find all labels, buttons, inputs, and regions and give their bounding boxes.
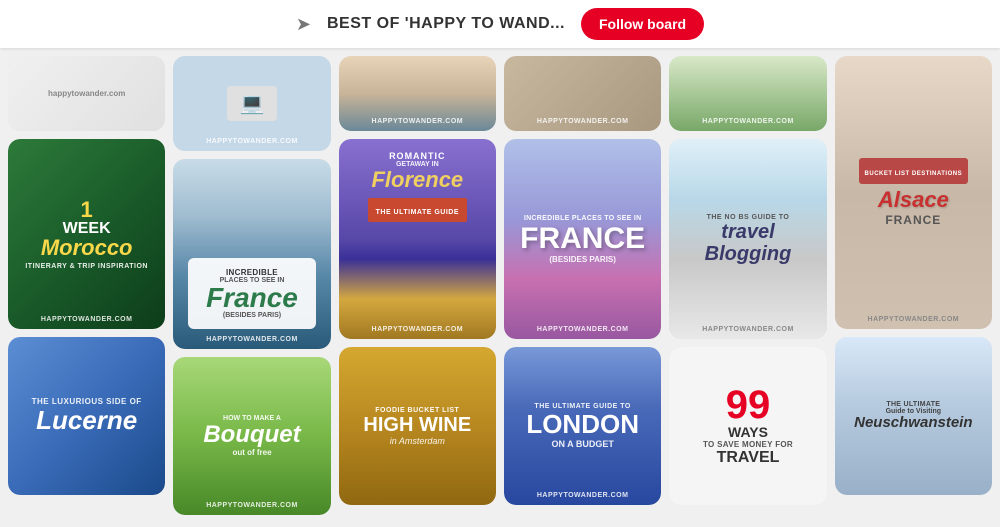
list-item[interactable]: THE ULTIMATE Guide to Visiting Neuschwan… [835,337,992,495]
top-bar: ➤ BEST OF 'HAPPY TO WAND... Follow board [0,0,1000,48]
pin-column-2: 💻 HAPPYTOWANDER.COM INCREDIBLE PLACES TO… [173,56,330,519]
list-item[interactable]: happytowander.com [8,56,165,131]
list-item[interactable]: BUCKET LIST DESTINATIONS Alsace FRANCE H… [835,56,992,329]
list-item[interactable]: THE LUXURIOUS SIDE OF Lucerne [8,337,165,495]
site-label: HAPPYTOWANDER.COM [504,118,661,125]
list-item[interactable]: INCREDIBLE PLACES TO SEE IN France (BESI… [173,159,330,349]
send-icon[interactable]: ➤ [296,14,311,35]
list-item[interactable]: INCREDIBLE PLACES TO SEE IN FRANCE (BESI… [504,139,661,339]
site-label: HAPPYTOWANDER.COM [339,326,496,333]
site-label: HAPPYTOWANDER.COM [669,326,826,333]
list-item[interactable]: 1 WEEK Morocco ITINERARY & TRIP INSPIRAT… [8,139,165,329]
pin-column-6: BUCKET LIST DESTINATIONS Alsace FRANCE H… [835,56,992,519]
site-label: HAPPYTOWANDER.COM [504,326,661,333]
board-title: BEST OF 'HAPPY TO WAND... [327,15,565,33]
list-item[interactable]: 99 WAYS TO SAVE MONEY FOR TRAVEL [669,347,826,505]
list-item[interactable]: HOW TO MAKE A Bouquet out of free HAPPYT… [173,357,330,515]
site-label: HAPPYTOWANDER.COM [8,316,165,323]
list-item[interactable]: 💻 HAPPYTOWANDER.COM [173,56,330,151]
list-item[interactable]: ROMANTIC GETAWAY IN Florence THE ULTIMAT… [339,139,496,339]
list-item[interactable]: THE ULTIMATE GUIDE TO LONDON ON A BUDGET… [504,347,661,505]
site-label: HAPPYTOWANDER.COM [339,118,496,125]
site-label: HAPPYTOWANDER.COM [504,492,661,499]
list-item[interactable]: FOODIE BUCKET LIST HIGH WINE in Amsterda… [339,347,496,505]
site-label: HAPPYTOWANDER.COM [173,336,330,343]
site-label: HAPPYTOWANDER.COM [173,138,330,145]
list-item[interactable]: THE NO BS GUIDE TO travelBlogging HAPPYT… [669,139,826,339]
follow-board-button[interactable]: Follow board [581,8,704,40]
pin-column-4: HAPPYTOWANDER.COM INCREDIBLE PLACES TO S… [504,56,661,519]
list-item[interactable]: HAPPYTOWANDER.COM [504,56,661,131]
list-item[interactable]: HAPPYTOWANDER.COM [669,56,826,131]
pin-column-3: HAPPYTOWANDER.COM ROMANTIC GETAWAY IN Fl… [339,56,496,519]
pin-column-5: HAPPYTOWANDER.COM THE NO BS GUIDE TO tra… [669,56,826,519]
site-label: HAPPYTOWANDER.COM [173,502,330,509]
site-label: HAPPYTOWANDER.COM [835,316,992,323]
list-item[interactable]: HAPPYTOWANDER.COM [339,56,496,131]
pin-column-1: happytowander.com 1 WEEK Morocco ITINERA… [8,56,165,519]
site-label: HAPPYTOWANDER.COM [669,118,826,125]
pins-grid: happytowander.com 1 WEEK Morocco ITINERA… [0,48,1000,527]
